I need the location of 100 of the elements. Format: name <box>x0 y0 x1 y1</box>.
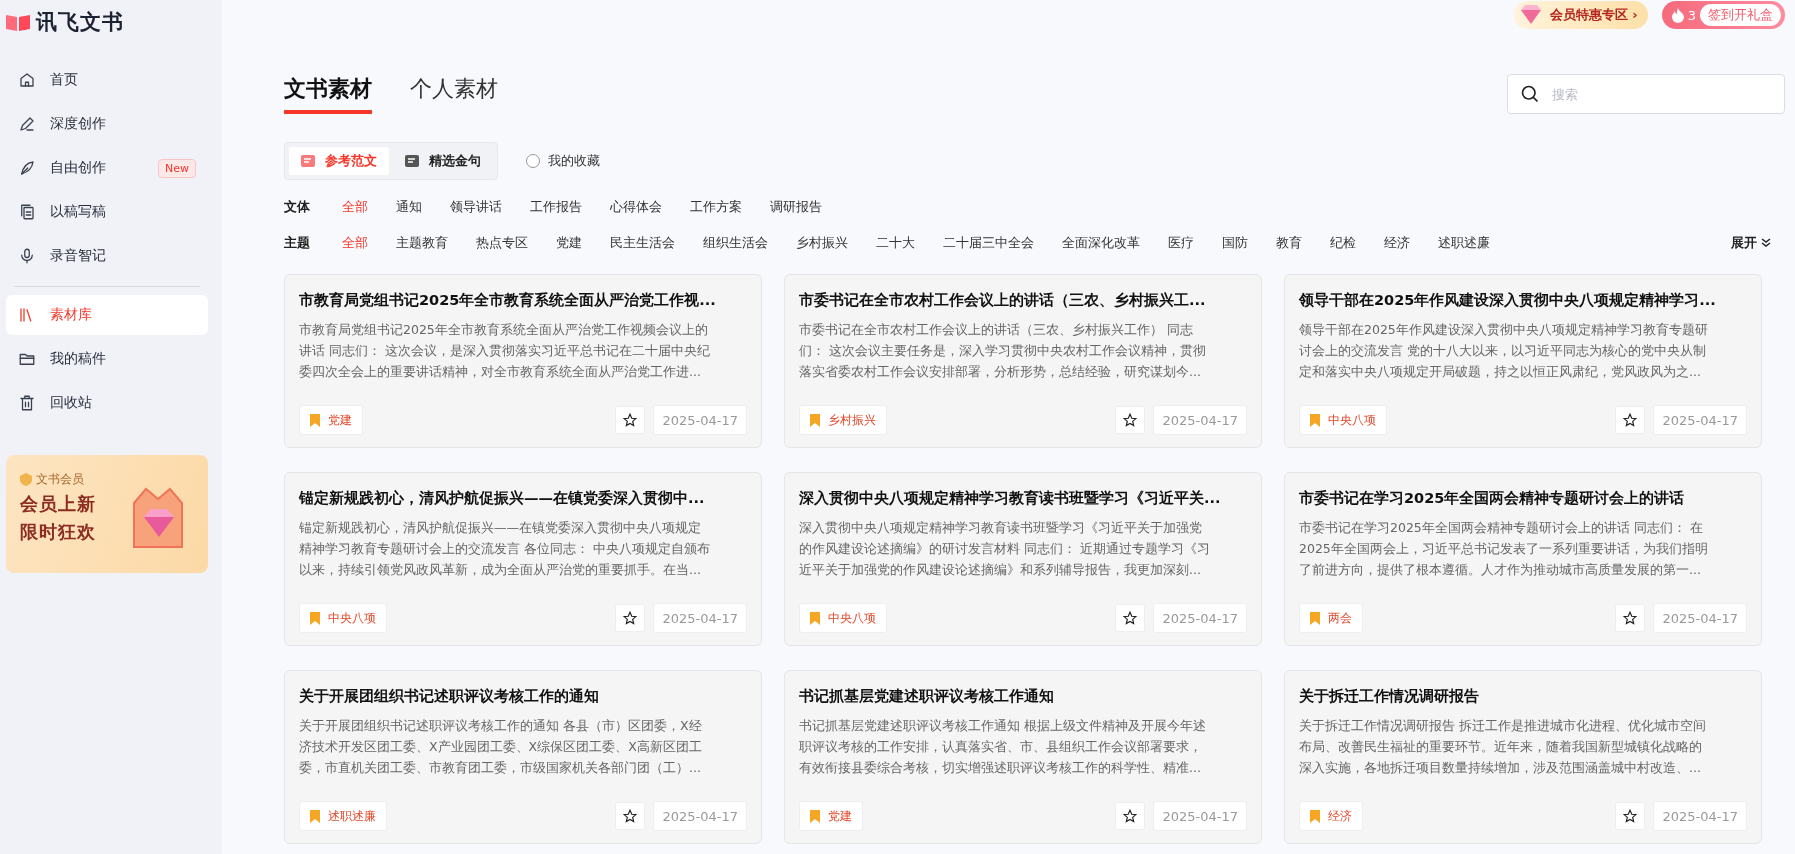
tag-text: 中央八项 <box>328 609 376 627</box>
card-title: 关于拆迁工作情况调研报告 <box>1299 687 1480 706</box>
material-card[interactable]: 深入贯彻中央八项规定精神学习教育读书班暨学习《习近平关... 深入贯彻中央八项规定精神学习教育读书班暨学习《习近平关于加强党 的作风建设论述摘编》的研讨发言材料 同志们： 近期通过专题学习《习 近平关于加强党的作风建设论述摘编》和系列辅导报告，我更加深刻... 中央八项 2025-04-17 <box>784 472 1262 646</box>
filter-option[interactable]: 经济 <box>1384 234 1410 252</box>
segment-button[interactable]: 参考范文 <box>289 147 389 175</box>
sidebar-item[interactable]: 我的稿件 <box>6 339 208 379</box>
tag-text: 中央八项 <box>1328 411 1376 429</box>
card-excerpt: 讲话 同志们： 这次会议，是深入贯彻落实习近平总书记在二十届中央纪 <box>299 342 711 360</box>
search-field[interactable]: 搜索 <box>1507 74 1785 114</box>
sidebar-item[interactable]: 首页 <box>6 60 208 100</box>
new-badge: New <box>158 158 196 178</box>
card-date: 2025-04-17 <box>1653 603 1747 633</box>
tab[interactable]: 文书素材 <box>284 74 372 114</box>
favorite-button[interactable] <box>615 802 646 830</box>
card-excerpt: 济技术开发区团工委、X产业园团工委、X综保区团工委、X高新区团工 <box>299 738 703 756</box>
card-title: 锚定新规践初心，清风护航促振兴——在镇党委深入贯彻中... <box>299 489 706 508</box>
filter-option[interactable]: 乡村振兴 <box>796 234 848 252</box>
filter-option[interactable]: 党建 <box>556 234 582 252</box>
filter-label: 文体 <box>284 198 311 216</box>
filter-option[interactable]: 工作方案 <box>690 198 742 216</box>
document-icon <box>405 153 421 169</box>
card-excerpt: 以来，持续引领党风政风革新，成为全面从严治党的重要抓手。在当... <box>299 561 702 579</box>
filter-option[interactable]: 全面深化改革 <box>1062 234 1140 252</box>
filter-option[interactable]: 主题教育 <box>396 234 448 252</box>
card-excerpt: 委四次全会上的重要讲话精神，对全市教育系统全面从严治党工作进... <box>299 363 702 381</box>
pencil-icon <box>18 115 36 133</box>
card-excerpt: 领导干部在2025年作风建设深入贯彻中央八项规定精神学习教育专题研 <box>1299 321 1709 339</box>
sidebar-item[interactable]: 回收站 <box>6 383 208 423</box>
sidebar-item[interactable]: 以稿写稿 <box>6 192 208 232</box>
card-excerpt: 落实省委农村工作会议安排部署，分析形势，总结经验，研究谋划今... <box>799 363 1202 381</box>
card-title: 关于开展团组织书记述职评议考核工作的通知 <box>299 687 600 706</box>
favorite-button[interactable] <box>615 406 646 434</box>
favorite-button[interactable] <box>1115 802 1146 830</box>
vip-zone-button[interactable]: 会员特惠专区 › <box>1513 1 1648 29</box>
sidebar-item[interactable]: 深度创作 <box>6 104 208 144</box>
material-card[interactable]: 关于拆迁工作情况调研报告 关于拆迁工作情况调研报告 拆迁工作是推进城市化进程、优化城市空间 布局、改善民生福祉的重要环节。近年来，随着我国新型城镇化战略的 深入实施，各地拆迁项目数量持续增加，涉及范围涵盖城中村改造、... 经济 2025-04-17 <box>1284 670 1762 844</box>
card-excerpt: 深入贯彻中央八项规定精神学习教育读书班暨学习《习近平关于加强党 <box>799 519 1203 537</box>
filter-option[interactable]: 医疗 <box>1168 234 1194 252</box>
card-date: 2025-04-17 <box>1153 603 1247 633</box>
material-card[interactable]: 关于开展团组织书记述职评议考核工作的通知 关于开展团组织书记述职评议考核工作的通知 各县（市）区团委，X经 济技术开发区团工委、X产业园团工委、X综保区团工委、X高新区团工 委，市直机关团工委、市教育团工委，市级国家机关各部门团（工）... 述职述廉 2025-04-17 <box>284 670 762 844</box>
filter-option[interactable]: 全部 <box>342 198 368 216</box>
card-date: 2025-04-17 <box>653 405 747 435</box>
bookmark-icon <box>310 413 320 427</box>
filter-option[interactable]: 通知 <box>396 198 422 216</box>
card-excerpt: 精神学习教育专题研讨会上的交流发言 各位同志： 中央八项规定自颁布 <box>299 540 711 558</box>
material-card[interactable]: 领导干部在2025年作风建设深入贯彻中央八项规定精神学习... 领导干部在2025年作风建设深入贯彻中央八项规定精神学习教育专题研 讨会上的交流发言 党的十八大以来，以习近平同志为核心的党中央从制 定和落实中央八项规定开局破题，持之以恒正风肃纪，党风政风为之... 中央八项 2025-04-17 <box>1284 274 1762 448</box>
membership-promo-card[interactable]: 文书会员 会员上新 限时狂欢 <box>6 455 208 573</box>
search-icon <box>1520 84 1540 104</box>
document-icon <box>301 153 317 169</box>
star-icon <box>1123 611 1138 625</box>
filter-option[interactable]: 二十届三中全会 <box>943 234 1034 252</box>
material-card[interactable]: 书记抓基层党建述职评议考核工作通知 书记抓基层党建述职评议考核工作通知 根据上级文件精神及开展今年述 职评议考核的工作安排，认真落实省、市、县组织工作会议部署要求， 有效衔接县委综合考核，切实增强述职评议考核工作的科学性、精准... 党建 2025-04-17 <box>784 670 1262 844</box>
material-card[interactable]: 市委书记在全市农村工作会议上的讲话（三农、乡村振兴工... 市委书记在全市农村工作会议上的讲话（三农、乡村振兴工作） 同志 们： 这次会议主要任务是，深入学习贯彻中央农村工作会议精神，贯彻 落实省委农村工作会议安排部署，分析形势，总结经验，研究谋划今... 乡村振兴 2025-04-17 <box>784 274 1262 448</box>
filter-option[interactable]: 调研报告 <box>770 198 822 216</box>
card-excerpt: 定和落实中央八项规定开局破题，持之以恒正风肃纪，党风政风为之... <box>1299 363 1702 381</box>
card-excerpt: 关于开展团组织书记述职评议考核工作的通知 各县（市）区团委，X经 <box>299 717 703 735</box>
card-excerpt: 讨会上的交流发言 党的十八大以来，以习近平同志为核心的党中央从制 <box>1299 342 1707 360</box>
card-date: 2025-04-17 <box>1153 405 1247 435</box>
material-card[interactable]: 市委书记在学习2025年全国两会精神专题研讨会上的讲话 市委书记在学习2025年全国两会精神专题研讨会上的讲话 同志们： 在 2025年全国两会上，习近平总书记发表了一系列重要讲话，为我们指明 了前进方向，提供了根本遵循。人才作为推动城市高质量发展的第一... 两会 2025-04-17 <box>1284 472 1762 646</box>
favorite-button[interactable] <box>1615 406 1646 434</box>
favorite-button[interactable] <box>1115 406 1146 434</box>
sidebar-item[interactable]: 录音智记 <box>6 236 208 276</box>
material-card[interactable]: 锚定新规践初心，清风护航促振兴——在镇党委深入贯彻中... 锚定新规践初心，清风护航促振兴——在镇党委深入贯彻中央八项规定 精神学习教育专题研讨会上的交流发言 各位同志： 中央八项规定自颁布 以来，持续引领党风政风革新，成为全面从严治党的重要抓手。在当... 中央八项 2025-04-17 <box>284 472 762 646</box>
search-input[interactable]: 搜索 <box>1550 85 1772 103</box>
filter-option[interactable]: 民主生活会 <box>610 234 675 252</box>
filter-option[interactable]: 工作报告 <box>530 198 582 216</box>
bookmark-icon <box>310 611 320 625</box>
promo-headline: 限时狂欢 <box>20 520 97 544</box>
sidebar-label: 录音智记 <box>50 247 107 265</box>
filter-option[interactable]: 述职述廉 <box>1438 234 1490 252</box>
filter-option[interactable]: 热点专区 <box>476 234 528 252</box>
favorite-button[interactable] <box>1615 802 1646 830</box>
streak-count: 3 <box>1687 7 1696 23</box>
card-excerpt: 近平关于加强党的作风建设论述摘编》和系列辅导报告，我更加深刻... <box>799 561 1202 579</box>
tab[interactable]: 个人素材 <box>410 74 498 114</box>
filter-option[interactable]: 教育 <box>1276 234 1302 252</box>
bookmark-icon <box>1310 413 1320 427</box>
sidebar-item[interactable]: 自由创作 New <box>6 148 208 188</box>
filter-option[interactable]: 领导讲话 <box>450 198 502 216</box>
tag-text: 党建 <box>828 807 852 825</box>
tag-text: 乡村振兴 <box>828 411 876 429</box>
filter-option[interactable]: 国防 <box>1222 234 1248 252</box>
sidebar-label: 首页 <box>50 71 79 89</box>
sidebar-item[interactable]: 素材库 <box>6 295 208 335</box>
favorite-button[interactable] <box>615 604 646 632</box>
segment-button[interactable]: 精选金句 <box>393 147 493 175</box>
filter-option[interactable]: 全部 <box>342 234 368 252</box>
card-title: 市委书记在学习2025年全国两会精神专题研讨会上的讲话 <box>1299 489 1686 508</box>
favorites-radio[interactable]: 我的收藏 <box>526 152 600 170</box>
favorite-button[interactable] <box>1115 604 1146 632</box>
filter-option[interactable]: 组织生活会 <box>703 234 768 252</box>
sidebar-label: 自由创作 <box>50 159 107 177</box>
filter-option[interactable]: 二十大 <box>876 234 915 252</box>
favorite-button[interactable] <box>1615 604 1646 632</box>
filter-option[interactable]: 心得体会 <box>610 198 662 216</box>
filter-option[interactable]: 纪检 <box>1330 234 1356 252</box>
expand-link[interactable]: 展开 <box>1731 234 1771 252</box>
radio-circle[interactable] <box>526 154 540 168</box>
star-icon <box>1623 611 1638 625</box>
material-card[interactable]: 市教育局党组书记2025年全市教育系统全面从严治党工作视... 市教育局党组书记2025年全市教育系统全面从严治党工作视频会议上的 讲话 同志们： 这次会议，是深入贯彻落实习近平总书记在二十届中央纪 委四次全会上的重要讲话精神，对全市教育系统全面从严治党工作进... 党建 2025-04-17 <box>284 274 762 448</box>
